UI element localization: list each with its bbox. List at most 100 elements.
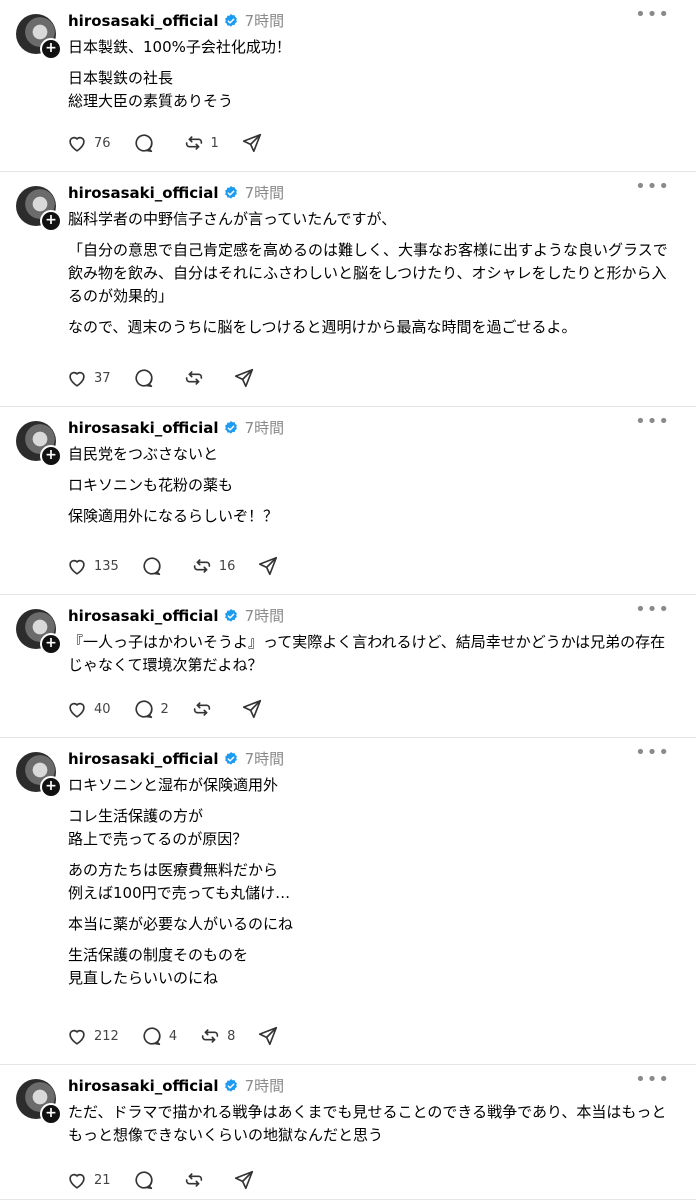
repost-button[interactable]: 8	[199, 1025, 235, 1047]
plus-icon[interactable]: +	[40, 633, 62, 655]
plus-icon[interactable]: +	[40, 38, 62, 60]
verified-badge-icon	[224, 185, 237, 199]
username[interactable]: hirosasaki_official	[68, 750, 219, 768]
username[interactable]: hirosasaki_official	[68, 12, 219, 30]
plus-icon[interactable]: +	[40, 210, 62, 232]
post-header: hirosasaki_official 7時間	[68, 182, 284, 203]
avatar[interactable]: +	[16, 14, 62, 60]
reply-button[interactable]	[133, 367, 161, 389]
share-button[interactable]	[257, 1025, 279, 1047]
like-count: 212	[94, 1028, 119, 1044]
post[interactable]: + hirosasaki_official 7時間 ••• ただ、ドラマで描かれる戦争は…	[0, 1065, 696, 1200]
username[interactable]: hirosasaki_official	[68, 184, 219, 202]
username[interactable]: hirosasaki_official	[68, 419, 219, 437]
post-header: hirosasaki_official 7時間	[68, 10, 284, 31]
post-body: ただ、ドラマで描かれる戦争はあくまでも見せることのできる戦争であり、本当はもっと…	[68, 1101, 672, 1155]
repost-icon	[201, 1029, 219, 1043]
like-count: 76	[94, 135, 111, 151]
avatar[interactable]: +	[16, 421, 62, 467]
thread-feed: + hirosasaki_official 7時間 ••• 日本製鉄、100%子会社化成…	[0, 0, 696, 1200]
share-icon	[259, 1026, 278, 1046]
share-button[interactable]	[233, 1169, 255, 1191]
like-button[interactable]: 135	[66, 555, 119, 577]
like-button[interactable]: 76	[66, 132, 111, 154]
comment-icon	[134, 700, 153, 719]
timestamp[interactable]: 7時間	[245, 605, 285, 626]
avatar[interactable]: +	[16, 609, 62, 655]
reply-button[interactable]: 2	[133, 698, 169, 720]
timestamp[interactable]: 7時間	[245, 417, 285, 438]
repost-button[interactable]: 16	[191, 555, 236, 577]
heart-icon	[69, 1029, 85, 1045]
post-body: 『一人っ子はかわいそうよ』って実際よく言われるけど、結局幸せかどうかは兄弟の存在…	[68, 631, 672, 685]
repost-button[interactable]	[183, 367, 211, 389]
action-bar: 40 2	[66, 698, 285, 720]
avatar[interactable]: +	[16, 1079, 62, 1125]
comment-icon	[134, 369, 153, 388]
post-body: 日本製鉄、100%子会社化成功！ 日本製鉄の社長 総理大臣の素質ありそう	[68, 36, 672, 121]
like-button[interactable]: 21	[66, 1169, 111, 1191]
repost-icon	[193, 702, 210, 716]
plus-icon[interactable]: +	[40, 445, 62, 467]
repost-count: 1	[210, 135, 219, 151]
heart-icon	[69, 371, 85, 387]
post[interactable]: + hirosasaki_official 7時間 ••• 『一人っ子はかわいそうよ』っ…	[0, 595, 696, 738]
post-text: 本当に薬が必要な人がいるのにね	[68, 915, 294, 933]
reply-button[interactable]	[133, 1169, 161, 1191]
like-button[interactable]: 37	[66, 367, 111, 389]
timestamp[interactable]: 7時間	[245, 182, 285, 203]
heart-icon	[69, 559, 85, 575]
reply-count: 4	[168, 1028, 178, 1044]
post-header: hirosasaki_official 7時間	[68, 605, 284, 626]
reply-button[interactable]: 4	[141, 1025, 177, 1047]
like-button[interactable]: 212	[66, 1025, 119, 1047]
like-count: 37	[94, 370, 111, 386]
comment-icon	[134, 1171, 153, 1190]
action-bar: 21	[66, 1169, 277, 1191]
post[interactable]: + hirosasaki_official 7時間 ••• 脳科学者の中野信子さんが言っ…	[0, 172, 696, 407]
post-text: 自民党をつぶさないと	[68, 445, 219, 463]
reply-button[interactable]	[133, 132, 161, 154]
post-text: 保険適用外になるらしいぞ！？	[68, 507, 279, 525]
verified-badge-icon	[224, 608, 237, 622]
post-header: hirosasaki_official 7時間	[68, 748, 284, 769]
post-text: あの方たちは医療費無料だから 例えば100円で売っても丸儲け…	[68, 861, 291, 902]
action-bar: 76 1	[66, 132, 285, 154]
username[interactable]: hirosasaki_official	[68, 1077, 219, 1095]
comment-icon	[143, 1027, 161, 1046]
post[interactable]: + hirosasaki_official 7時間 ••• ロキソニンと湿布が保険適用外…	[0, 738, 696, 1065]
like-button[interactable]: 40	[66, 698, 111, 720]
plus-icon[interactable]: +	[40, 776, 62, 798]
repost-icon	[193, 559, 210, 573]
more-icon[interactable]: •••	[635, 1069, 670, 1090]
verified-badge-icon	[224, 420, 237, 434]
repost-button[interactable]	[183, 1169, 211, 1191]
share-button[interactable]	[233, 367, 255, 389]
verified-badge-icon	[224, 1078, 237, 1092]
more-icon[interactable]: •••	[635, 4, 670, 25]
more-icon[interactable]: •••	[635, 411, 670, 432]
share-button[interactable]	[241, 698, 263, 720]
timestamp[interactable]: 7時間	[245, 1075, 285, 1096]
more-icon[interactable]: •••	[635, 176, 670, 197]
repost-button[interactable]	[191, 698, 219, 720]
plus-icon[interactable]: +	[40, 1103, 62, 1125]
reply-count: 2	[160, 701, 169, 717]
repost-button[interactable]: 1	[183, 132, 219, 154]
repost-icon	[185, 1173, 202, 1187]
avatar[interactable]: +	[16, 186, 62, 232]
timestamp[interactable]: 7時間	[245, 10, 285, 31]
username[interactable]: hirosasaki_official	[68, 607, 219, 625]
avatar[interactable]: +	[16, 752, 62, 798]
share-button[interactable]	[257, 555, 279, 577]
reply-button[interactable]	[141, 555, 169, 577]
more-icon[interactable]: •••	[635, 742, 670, 763]
timestamp[interactable]: 7時間	[245, 748, 285, 769]
post[interactable]: + hirosasaki_official 7時間 ••• 自民党をつぶさないと ロキソニ…	[0, 407, 696, 595]
more-icon[interactable]: •••	[635, 599, 670, 620]
repost-count: 16	[218, 558, 236, 574]
post[interactable]: + hirosasaki_official 7時間 ••• 日本製鉄、100%子会社化成…	[0, 0, 696, 172]
comment-icon	[143, 557, 161, 576]
share-button[interactable]	[241, 132, 263, 154]
post-text: 日本製鉄の社長 総理大臣の素質ありそう	[68, 69, 234, 110]
